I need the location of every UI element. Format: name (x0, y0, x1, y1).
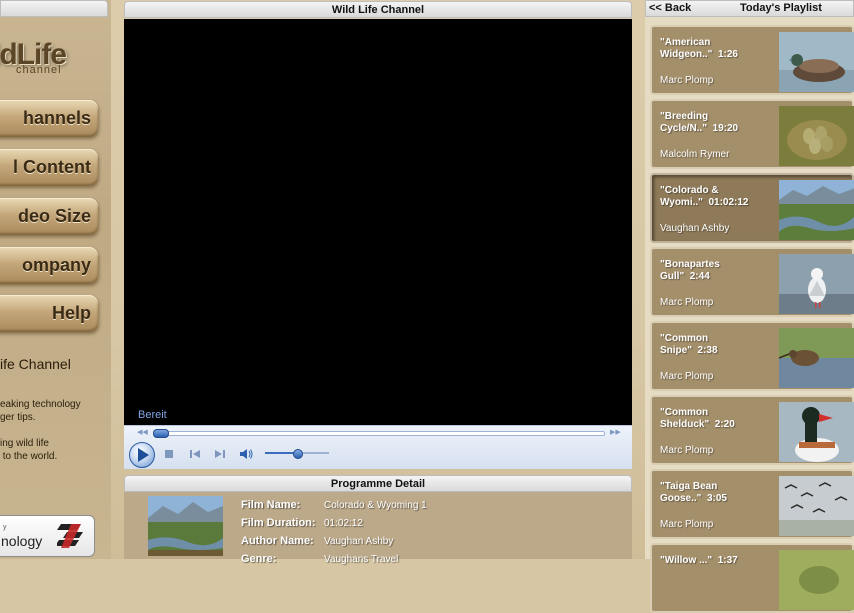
previous-icon[interactable] (188, 447, 202, 461)
programme-thumbnail (148, 496, 223, 556)
playlist-item[interactable]: "Colorado & Wyomi.." 01:02:12 Vaughan Ash… (650, 173, 854, 243)
playlist-item-author: Marc Plomp (660, 445, 714, 456)
player-header: Wild Life Channel (124, 1, 632, 18)
nav-button-label: deo Size (17, 206, 91, 226)
playlist-item-title: "American Widgeon.." 1:26 (660, 37, 738, 60)
playlist-item-title: "Common Snipe" 2:38 (660, 333, 718, 356)
detail-header: Programme Detail (124, 475, 632, 492)
player-status: Bereit (138, 409, 167, 421)
technology-badge[interactable]: y nology (0, 515, 95, 557)
playlist-item-thumbnail (779, 328, 854, 388)
playlist-item[interactable]: "Willow ..." 1:37 (650, 543, 854, 613)
volume-handle[interactable] (293, 449, 303, 459)
playlist-item[interactable]: "American Widgeon.." 1:26 Marc Plomp (650, 25, 854, 95)
playlist-item-title: "Common Shelduck" 2:20 (660, 407, 735, 430)
playlist-item-author: Marc Plomp (660, 371, 714, 382)
playlist-item-title: "Bonapartes Gull" 2:44 (660, 259, 720, 282)
channel-logo: ldLife channel (0, 38, 102, 80)
nav-button-content[interactable]: l Content (0, 149, 98, 186)
playlist-item-author: Marc Plomp (660, 75, 714, 86)
nav-button-channels[interactable]: hannels (0, 100, 98, 137)
playlist-item-thumbnail (779, 32, 854, 92)
badge-small-text: y (3, 524, 7, 531)
player-controls: ◀◀ ▶▶ (124, 425, 632, 469)
seek-forward-icon[interactable]: ▶▶ (610, 428, 621, 436)
detail-value: Vaughan Ashby (324, 536, 394, 547)
about-text: eaking technology ger tips. ing wild lif… (0, 399, 81, 462)
playlist-item[interactable]: "Common Snipe" 2:38 Marc Plomp (650, 321, 854, 391)
playlist-item-thumbnail (779, 254, 854, 314)
nav-button-label: l Content (13, 157, 91, 177)
nav-button-label: hannels (22, 108, 91, 128)
detail-value: Colorado & Wyoming 1 (324, 500, 427, 511)
nav-button-label: Help (51, 303, 91, 323)
playlist-item-author: Vaughan Ashby (660, 223, 730, 234)
playlist-item-author: Marc Plomp (660, 519, 714, 530)
playlist-item-title: "Colorado & Wyomi.." 01:02:12 (660, 185, 749, 208)
detail-value: Vaughans Travel (324, 554, 399, 565)
playlist-item-thumbnail (779, 402, 854, 462)
playlist-item-title: "Breeding Cycle/N.." 19:20 (660, 111, 739, 134)
stop-icon[interactable] (162, 447, 176, 461)
next-icon[interactable] (213, 447, 227, 461)
playlist-item-thumbnail (779, 106, 854, 166)
playlist-item[interactable]: "Taiga Bean Goose.." 3:05 Marc Plomp (650, 469, 854, 539)
nav-button-label: ompany (21, 255, 91, 275)
detail-title: Programme Detail (330, 477, 426, 490)
playlist-item-thumbnail (779, 180, 854, 240)
playlist-item-author: Marc Plomp (660, 297, 714, 308)
playlist-item[interactable]: "Breeding Cycle/N.." 19:20 Malcolm Rymer (650, 99, 854, 169)
about-title: ife Channel (0, 356, 71, 372)
playlist-item[interactable]: "Common Shelduck" 2:20 Marc Plomp (650, 395, 854, 465)
nav-button-help[interactable]: Help (0, 295, 98, 332)
detail-label: Film Name: (241, 499, 301, 511)
seek-handle[interactable] (153, 429, 169, 438)
playlist-item-thumbnail (779, 476, 854, 536)
nav-button-video-size[interactable]: deo Size (0, 198, 98, 235)
technology-logo-icon (57, 524, 83, 548)
playlist-item[interactable]: "Bonapartes Gull" 2:44 Marc Plomp (650, 247, 854, 317)
seek-back-icon[interactable]: ◀◀ (137, 428, 148, 436)
playlist-title: Today's Playlist (740, 2, 822, 14)
logo-sub-text: channel (16, 64, 62, 76)
player-title: Wild Life Channel (331, 3, 425, 16)
detail-value: 01:02:12 (324, 518, 363, 529)
sidebar-header (0, 0, 108, 17)
playlist-item-thumbnail (779, 550, 854, 610)
detail-label: Film Duration: (241, 517, 316, 529)
play-button[interactable] (129, 442, 155, 468)
nav-button-company[interactable]: ompany (0, 247, 98, 284)
volume-icon[interactable] (239, 447, 253, 461)
detail-label: Genre: (241, 553, 277, 565)
detail-label: Author Name: (241, 535, 314, 547)
seek-bar[interactable] (155, 431, 605, 436)
badge-big-text: nology (1, 533, 43, 549)
playlist-item-title: "Willow ..." 1:37 (660, 555, 738, 566)
video-screen[interactable]: Bereit (124, 19, 632, 425)
playlist-item-author: Malcolm Rymer (660, 149, 730, 160)
playlist-item-title: "Taiga Bean Goose.." 3:05 (660, 481, 727, 504)
back-link[interactable]: << Back (649, 2, 691, 14)
